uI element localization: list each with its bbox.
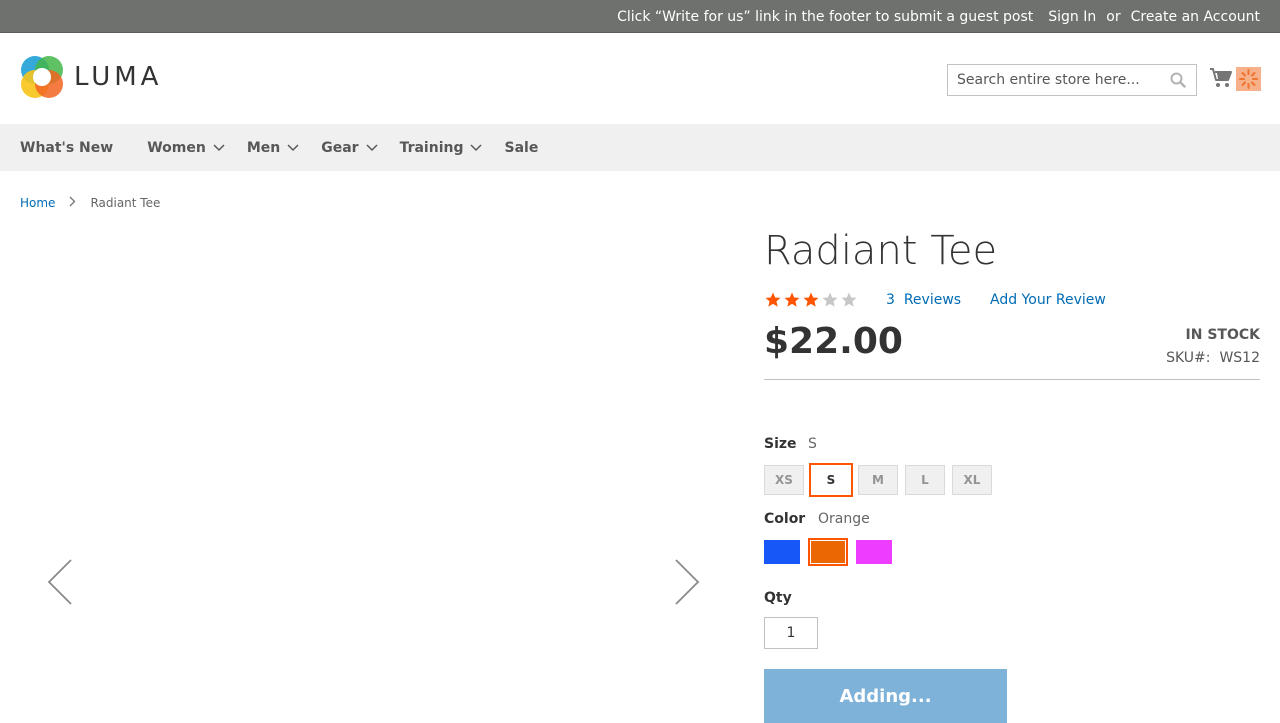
header-links: Click “Write for us” link in the footer … bbox=[617, 0, 1260, 33]
gallery-prev-arrow-icon[interactable] bbox=[47, 558, 73, 610]
product-title: Radiant Tee bbox=[764, 228, 998, 274]
size-option-xl[interactable]: XL bbox=[952, 465, 992, 495]
size-option-xs[interactable]: XS bbox=[764, 465, 804, 495]
nav-item-whats-new[interactable]: What's New bbox=[20, 124, 113, 171]
product-sku: SKU#: WS12 bbox=[1166, 350, 1260, 366]
chevron-down-icon bbox=[366, 140, 378, 156]
star-icon bbox=[764, 291, 782, 313]
gallery-next-arrow-icon[interactable] bbox=[674, 558, 700, 610]
nav-item-label: Gear bbox=[321, 139, 359, 156]
size-options: XS S M L XL bbox=[764, 463, 999, 497]
create-account-link[interactable]: Create an Account bbox=[1131, 9, 1260, 25]
nav-item-label: Women bbox=[147, 139, 206, 156]
nav-item-label: Sale bbox=[504, 139, 539, 156]
logo-text: LUMA bbox=[74, 62, 163, 92]
add-review-link[interactable]: Add Your Review bbox=[990, 292, 1106, 308]
chevron-down-icon bbox=[287, 140, 299, 156]
size-option-l[interactable]: L bbox=[905, 465, 945, 495]
luma-logo-icon bbox=[20, 55, 64, 99]
rating-stars bbox=[764, 291, 859, 313]
color-swatch-purple[interactable] bbox=[856, 540, 892, 564]
qty-label: Qty bbox=[764, 590, 792, 606]
color-selected-value: Orange bbox=[818, 511, 870, 527]
chevron-right-icon bbox=[69, 196, 76, 210]
sku-value: WS12 bbox=[1219, 350, 1260, 366]
luma-logo[interactable]: LUMA bbox=[20, 55, 162, 99]
product-price: $22.00 bbox=[764, 321, 903, 362]
cart-icon[interactable] bbox=[1209, 67, 1233, 93]
nav-item-men[interactable]: Men bbox=[247, 124, 299, 171]
size-option-s[interactable]: S bbox=[809, 463, 853, 497]
size-selected-value: S bbox=[808, 436, 817, 452]
nav-item-women[interactable]: Women bbox=[147, 124, 225, 171]
color-swatch-blue[interactable] bbox=[764, 540, 800, 564]
reviews-count: 3 bbox=[886, 292, 895, 308]
size-option-m[interactable]: M bbox=[858, 465, 898, 495]
star-icon bbox=[821, 291, 839, 313]
search-icon[interactable] bbox=[1170, 72, 1186, 92]
color-swatch-orange[interactable] bbox=[808, 538, 848, 566]
sign-in-link[interactable]: Sign In bbox=[1048, 9, 1096, 25]
star-icon bbox=[802, 291, 820, 313]
top-panel: Click “Write for us” link in the footer … bbox=[0, 0, 1280, 33]
breadcrumb-current: Radiant Tee bbox=[90, 196, 161, 210]
reviews-label: Reviews bbox=[903, 292, 962, 308]
qty-input[interactable] bbox=[764, 617, 818, 649]
or-separator: or bbox=[1106, 8, 1121, 25]
nav-item-sale[interactable]: Sale bbox=[504, 124, 538, 171]
search-box bbox=[947, 64, 1197, 96]
reviews-link[interactable]: 3 Reviews bbox=[886, 292, 961, 308]
star-icon bbox=[783, 291, 801, 313]
chevron-down-icon bbox=[213, 140, 225, 156]
stock-status: In stock bbox=[1185, 327, 1260, 343]
nav-item-gear[interactable]: Gear bbox=[321, 124, 378, 171]
nav-item-training[interactable]: Training bbox=[400, 124, 483, 171]
promo-message: Click “Write for us” link in the footer … bbox=[617, 8, 1034, 25]
color-label: Color bbox=[764, 511, 806, 527]
breadcrumb: Home Radiant Tee bbox=[20, 196, 160, 210]
breadcrumb-home-link[interactable]: Home bbox=[20, 196, 55, 210]
size-label: Size bbox=[764, 436, 797, 452]
add-to-cart-button[interactable]: Adding... bbox=[764, 669, 1007, 723]
nav-item-label: What's New bbox=[20, 139, 114, 156]
star-icon bbox=[840, 291, 858, 313]
color-options bbox=[764, 538, 902, 566]
main-navigation: What's New Women Men Gear Training Sale bbox=[0, 124, 1280, 171]
divider bbox=[764, 379, 1260, 380]
nav-item-label: Men bbox=[246, 139, 281, 156]
nav-item-label: Training bbox=[399, 139, 464, 156]
loading-spinner-icon bbox=[1236, 67, 1261, 91]
search-input[interactable] bbox=[948, 65, 1158, 95]
chevron-down-icon bbox=[470, 140, 483, 156]
sku-label: SKU#: bbox=[1166, 350, 1211, 366]
